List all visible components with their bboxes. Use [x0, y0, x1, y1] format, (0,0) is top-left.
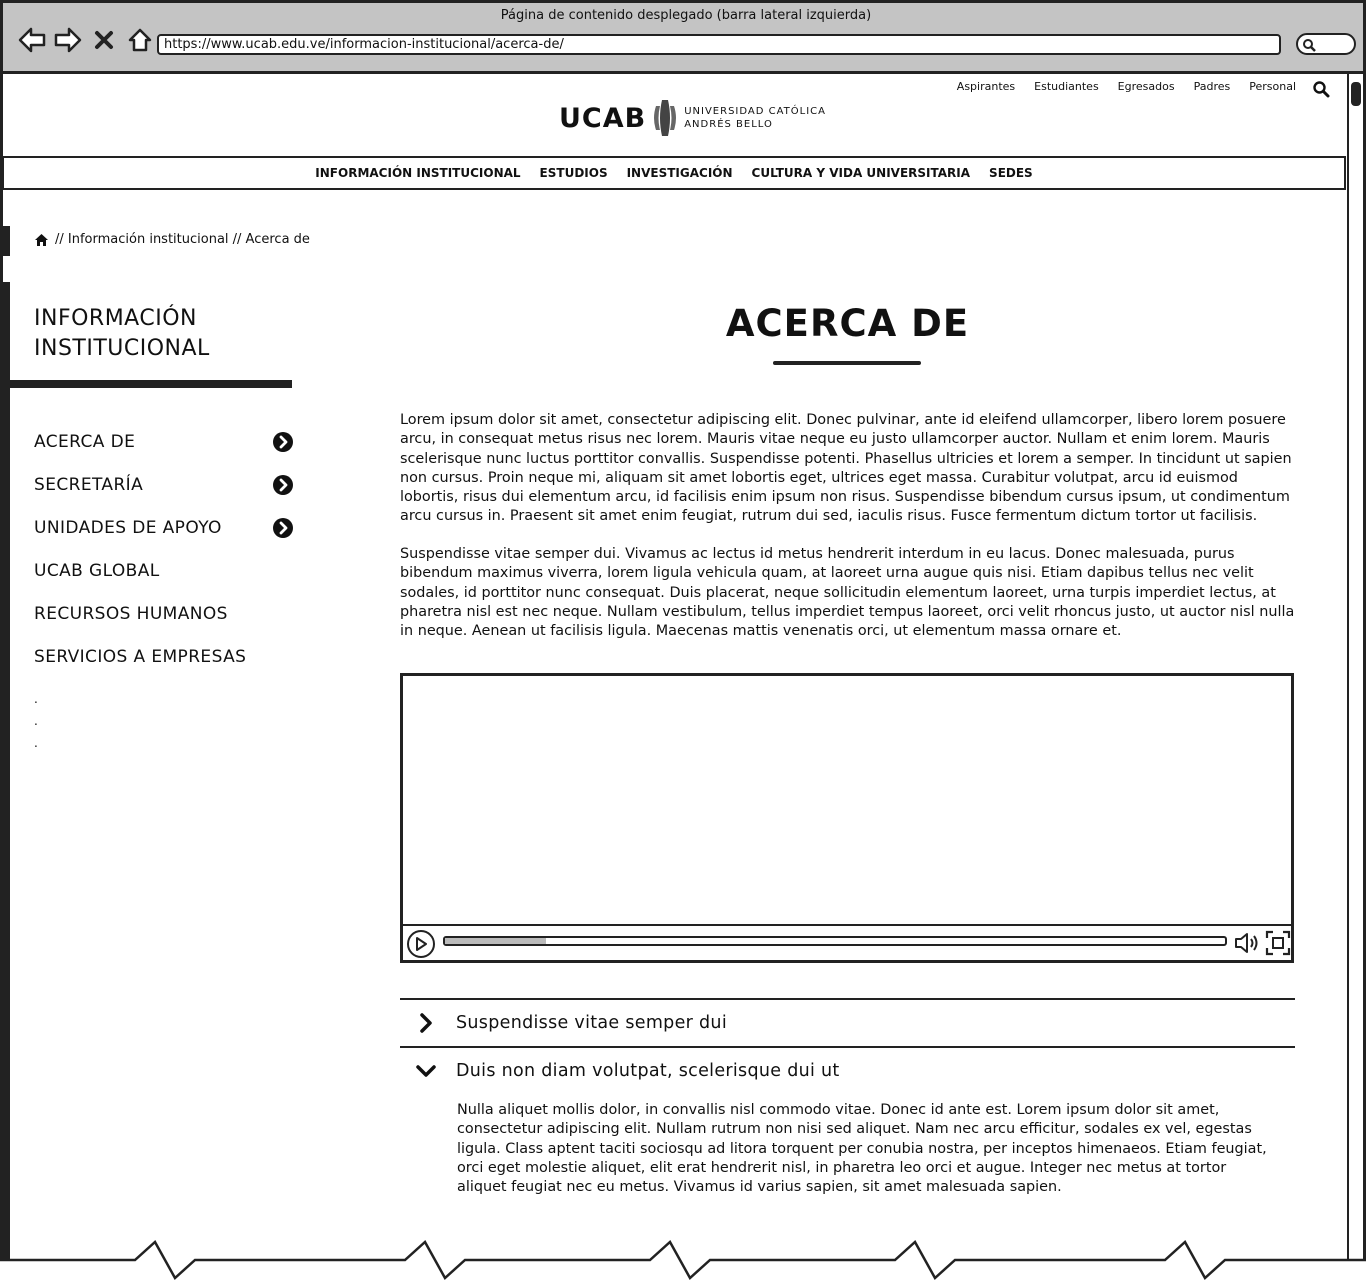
sidebar-divider — [8, 380, 292, 388]
sidebar-item-label: ACERCA DE — [34, 431, 136, 452]
sidebar-more-dots: . . . — [34, 688, 38, 754]
window-title: Página de contenido desplegado (barra la… — [500, 8, 872, 23]
accordion-item-1-header[interactable]: Suspendisse vitae semper dui — [414, 1007, 1294, 1039]
sidebar-item-ucab-global[interactable]: UCAB GLOBAL — [34, 549, 294, 592]
breadcrumb: // Información institucional // Acerca d… — [34, 232, 310, 247]
left-accent-bar — [3, 226, 10, 256]
nav-item-cultura[interactable]: CULTURA Y VIDA UNIVERSITARIA — [752, 166, 971, 180]
fullscreen-icon[interactable] — [1265, 930, 1291, 960]
browser-chrome: Página de contenido desplegado (barra la… — [0, 0, 1366, 74]
play-icon — [416, 937, 427, 951]
nav-item-sedes[interactable]: SEDES — [989, 166, 1033, 180]
logo-emblem-icon — [654, 100, 677, 136]
logo-subtitle-line1: UNIVERSIDAD CATÓLICA — [684, 106, 826, 117]
accordion-divider — [400, 1046, 1295, 1048]
sidebar-item-label: UCAB GLOBAL — [34, 560, 160, 581]
sidebar-item-label: SECRETARÍA — [34, 474, 144, 495]
sidebar-item-acerca-de[interactable]: ACERCA DE — [34, 420, 294, 463]
video-progress-fill — [445, 938, 547, 944]
sidebar-dot: . — [34, 736, 38, 750]
accordion-item-2-title: Duis non diam volutpat, scelerisque dui … — [456, 1061, 840, 1081]
page-title: ACERCA DE — [725, 302, 970, 345]
sidebar-menu: ACERCA DE SECRETARÍA UNIDADES DE APOYO U… — [34, 420, 294, 678]
logo-subtitle-line2: ANDRÉS BELLO — [684, 119, 773, 130]
torn-edge-decoration — [0, 1240, 1366, 1280]
util-link-egresados[interactable]: Egresados — [1118, 80, 1175, 93]
sidebar-item-secretaria[interactable]: SECRETARÍA — [34, 463, 294, 506]
scroll-thumb[interactable] — [1351, 82, 1361, 106]
close-icon[interactable] — [89, 25, 119, 55]
sidebar-item-servicios-a-empresas[interactable]: SERVICIOS A EMPRESAS — [34, 635, 294, 678]
home-breadcrumb-icon[interactable] — [34, 233, 49, 247]
sidebar-title: INFORMACIÓN INSTITUCIONAL — [34, 304, 210, 364]
util-link-estudiantes[interactable]: Estudiantes — [1034, 80, 1099, 93]
sidebar-item-label: RECURSOS HUMANOS — [34, 603, 228, 624]
volume-icon[interactable] — [1233, 930, 1261, 960]
sidebar-item-label: SERVICIOS A EMPRESAS — [34, 646, 247, 667]
sidebar-dot: . — [34, 714, 38, 728]
sidebar-dot: . — [34, 692, 38, 706]
browser-search-field[interactable] — [1296, 33, 1356, 55]
util-link-padres[interactable]: Padres — [1194, 80, 1231, 93]
accordion-item-2-header[interactable]: Duis non diam volutpat, scelerisque dui … — [414, 1055, 1294, 1087]
url-input[interactable]: https://www.ucab.edu.ve/informacion-inst… — [157, 34, 1281, 55]
left-border-line — [3, 282, 10, 1260]
video-player[interactable] — [400, 673, 1294, 963]
sidebar-item-label: UNIDADES DE APOYO — [34, 517, 222, 538]
play-button[interactable] — [407, 930, 435, 958]
nav-item-informacion[interactable]: INFORMACIÓN INSTITUCIONAL — [315, 166, 520, 180]
title-underline — [773, 361, 921, 365]
utility-links: Aspirantes Estudiantes Egresados Padres … — [957, 80, 1296, 93]
chevron-right-icon — [420, 1013, 432, 1033]
logo-subtitle: UNIVERSIDAD CATÓLICA ANDRÉS BELLO — [684, 105, 826, 131]
chevron-circle-right-icon — [273, 431, 293, 452]
accordion-divider — [400, 998, 1295, 1000]
site-search-icon[interactable] — [1312, 80, 1330, 102]
accordion-item-1-title: Suspendisse vitae semper dui — [456, 1013, 727, 1033]
browser-nav — [17, 25, 155, 55]
back-icon[interactable] — [17, 25, 47, 55]
sidebar-title-line2: INSTITUCIONAL — [34, 336, 210, 361]
chevron-down-icon — [416, 1065, 436, 1077]
forward-icon[interactable] — [53, 25, 83, 55]
chevron-circle-right-icon — [273, 517, 293, 538]
accordion-item-2-body: Nulla aliquet mollis dolor, in convallis… — [457, 1102, 1267, 1196]
search-icon — [1303, 39, 1316, 52]
sidebar-item-unidades-de-apoyo[interactable]: UNIDADES DE APOYO — [34, 506, 294, 549]
main-navigation: INFORMACIÓN INSTITUCIONAL ESTUDIOS INVES… — [2, 156, 1346, 190]
chevron-circle-right-icon — [273, 474, 293, 495]
content-paragraph-1: Lorem ipsum dolor sit amet, consectetur … — [400, 412, 1292, 525]
nav-item-investigacion[interactable]: INVESTIGACIÓN — [627, 166, 733, 180]
logo-text: UCAB — [559, 102, 647, 134]
nav-item-estudios[interactable]: ESTUDIOS — [540, 166, 608, 180]
sidebar-item-recursos-humanos[interactable]: RECURSOS HUMANOS — [34, 592, 294, 635]
video-controls — [403, 924, 1291, 960]
breadcrumb-path[interactable]: // Información institucional // Acerca d… — [55, 232, 310, 247]
ucab-logo[interactable]: UCAB UNIVERSIDAD CATÓLICA ANDRÉS BELLO — [559, 98, 826, 138]
home-icon[interactable] — [125, 25, 155, 55]
video-progress-bar[interactable] — [443, 936, 1227, 946]
content-paragraph-2: Suspendisse vitae semper dui. Vivamus ac… — [400, 546, 1295, 640]
util-link-aspirantes[interactable]: Aspirantes — [957, 80, 1015, 93]
util-link-personal[interactable]: Personal — [1249, 80, 1296, 93]
sidebar-title-line1: INFORMACIÓN — [34, 306, 197, 331]
scrollbar[interactable] — [1347, 74, 1363, 1264]
